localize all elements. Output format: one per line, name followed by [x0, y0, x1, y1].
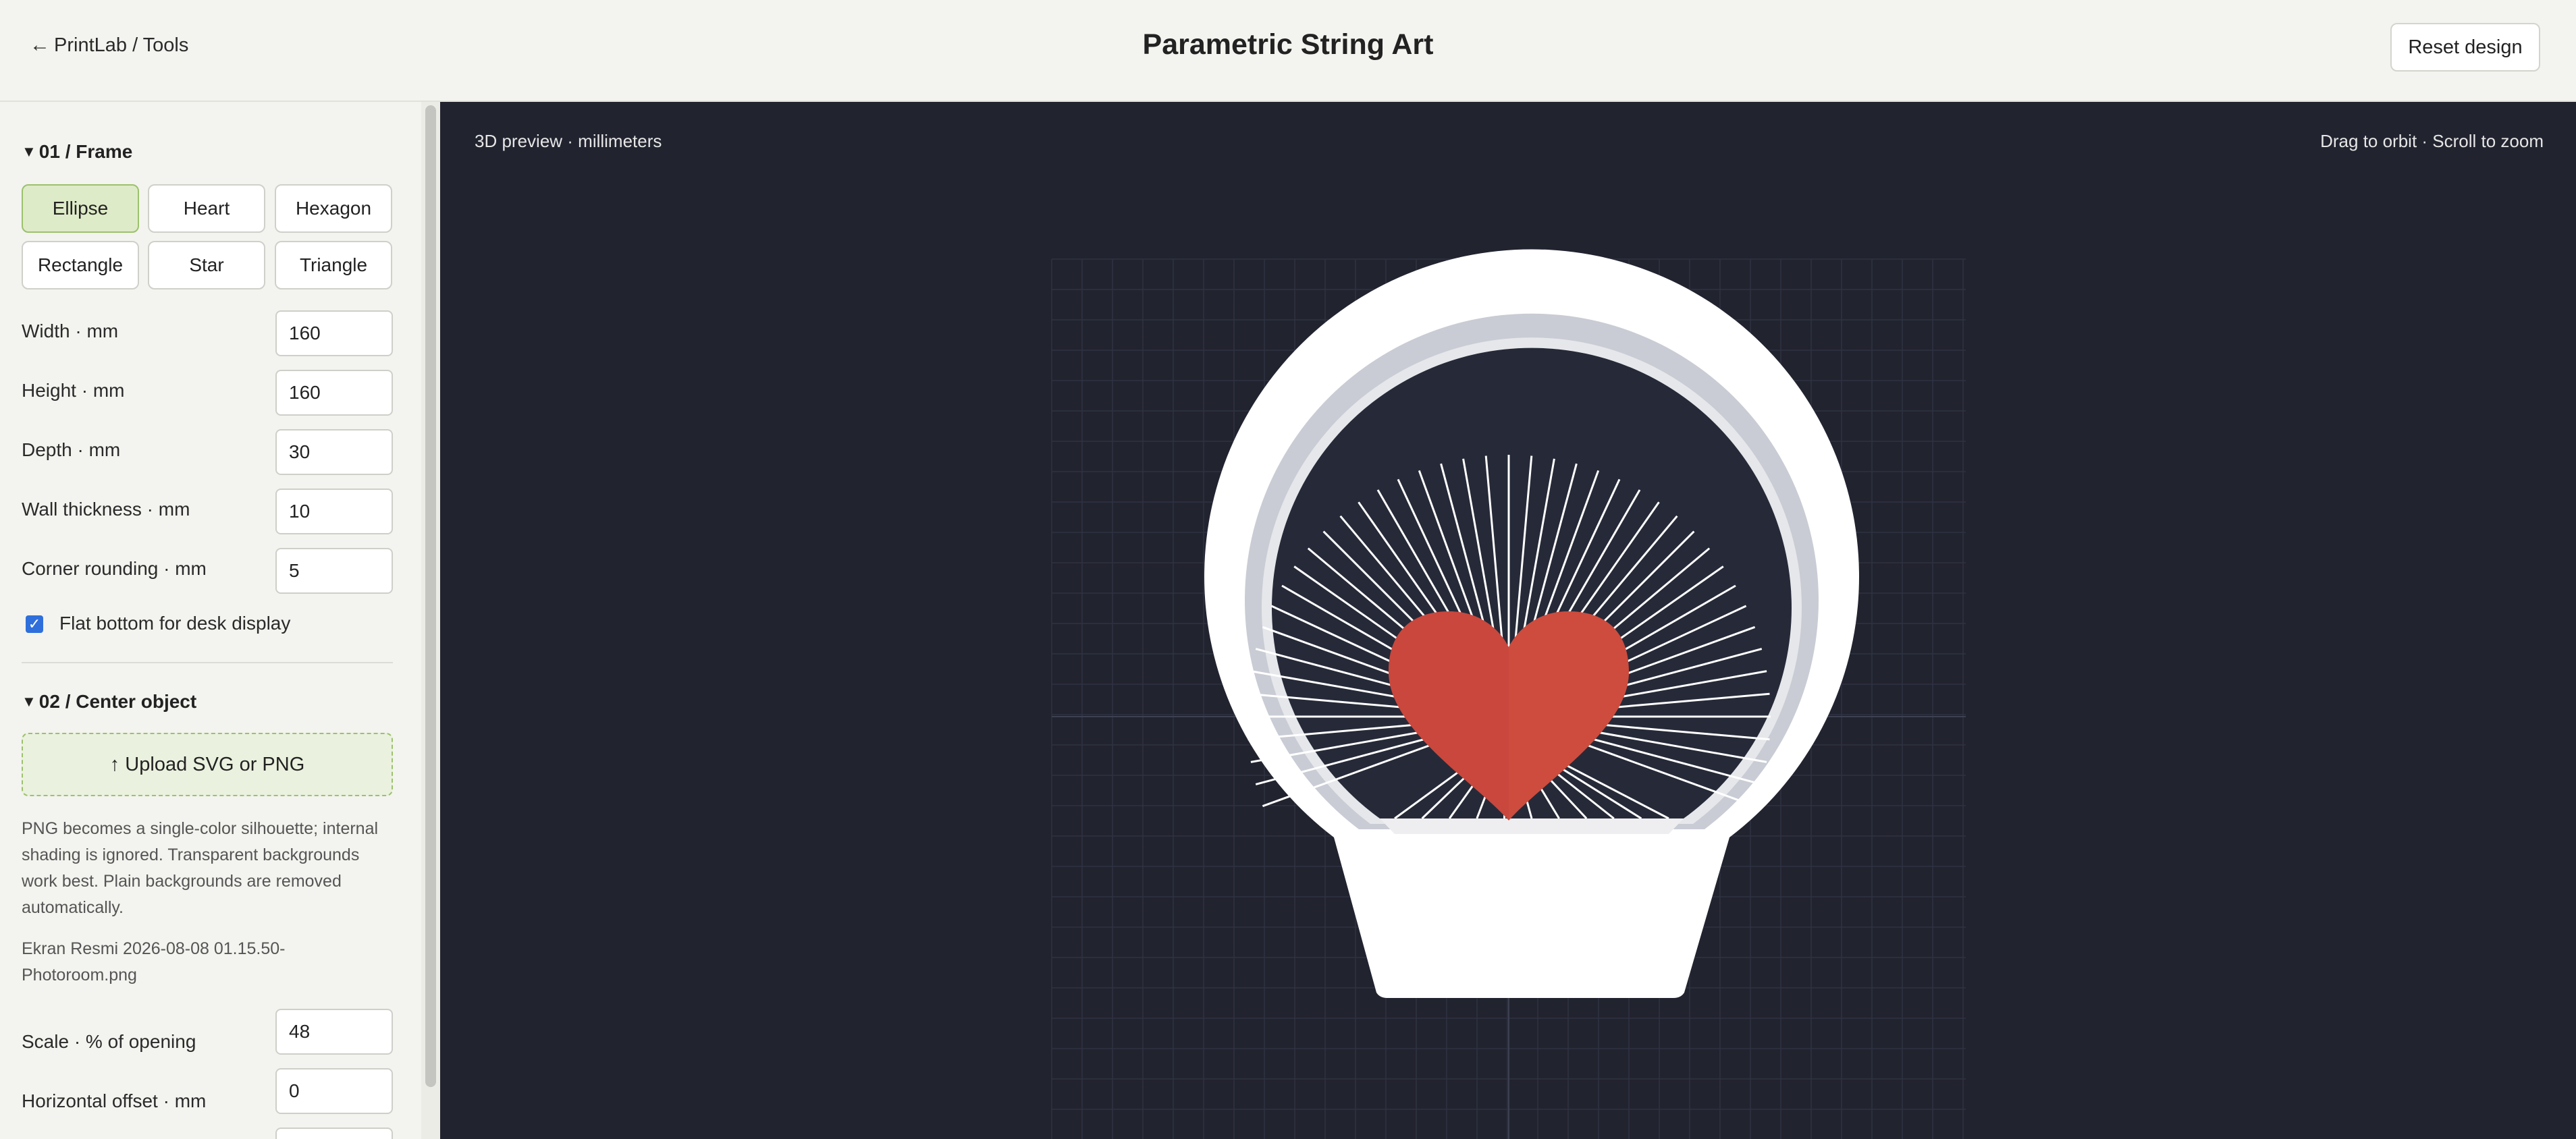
3d-preview-viewport[interactable]: 3D preview · millimeters Drag to orbit ·… — [440, 102, 2576, 1139]
corner-rounding-input[interactable] — [275, 548, 393, 594]
flat-bottom-label: Flat bottom for desk display — [59, 613, 291, 634]
sidebar-scrollbar-thumb[interactable] — [425, 105, 436, 1087]
settings-sidebar: ▼ 01 / Frame Ellipse Heart Hexagon Rectan… — [0, 102, 440, 1139]
string-art-preview[interactable] — [440, 102, 2576, 1139]
depth-label: Depth · mm — [22, 439, 121, 460]
top-bar: ← PrintLab / Tools Parametric String Art … — [0, 0, 2576, 102]
page-title: Parametric String Art — [1142, 28, 1434, 61]
horizontal-offset-input[interactable] — [275, 1068, 393, 1114]
wall-thickness-input[interactable] — [275, 489, 393, 534]
width-label: Width · mm — [22, 321, 119, 341]
wall-thickness-label: Wall thickness · mm — [22, 499, 190, 520]
shape-star-button[interactable]: Star — [148, 241, 265, 289]
caret-down-icon: ▼ — [22, 693, 36, 710]
frame-section-title: 01 / Frame — [38, 141, 133, 162]
depth-input[interactable] — [275, 429, 393, 475]
height-input[interactable] — [275, 370, 393, 416]
checkmark-icon: ✓ — [28, 615, 41, 632]
frame-bottom-lip — [1380, 818, 1684, 834]
uploaded-file-name: Ekran Resmi 2026-08-08 01.15.50-Photoroo… — [22, 939, 286, 984]
shape-ellipse-button[interactable]: Ellipse — [22, 184, 139, 233]
reset-design-button[interactable]: Reset design — [2390, 23, 2540, 72]
shape-triangle-button[interactable]: Triangle — [275, 241, 392, 289]
shape-rectangle-button[interactable]: Rectangle — [22, 241, 139, 289]
upload-help-text: PNG becomes a single-color silhouette; i… — [22, 819, 379, 917]
horizontal-offset-label: Horizontal offset · mm — [22, 1090, 207, 1111]
flat-bottom-checkbox[interactable]: ✓ — [26, 615, 43, 633]
shape-heart-button[interactable]: Heart — [148, 184, 265, 233]
center-object-section-toggle[interactable]: ▼ 02 / Center object — [22, 691, 196, 713]
vertical-offset-input[interactable] — [275, 1128, 393, 1139]
frame-section-toggle[interactable]: ▼ 01 / Frame — [22, 141, 132, 163]
scale-label: Scale · % of opening — [22, 1031, 196, 1052]
corner-rounding-label: Corner rounding · mm — [22, 558, 207, 579]
height-label: Height · mm — [22, 380, 125, 401]
scale-input[interactable] — [275, 1009, 393, 1055]
shape-hexagon-button[interactable]: Hexagon — [275, 184, 392, 233]
caret-down-icon: ▼ — [22, 143, 36, 160]
section-divider — [22, 662, 393, 663]
width-input[interactable] — [275, 310, 393, 356]
upload-svg-png-button[interactable]: ↑ Upload SVG or PNG — [22, 733, 393, 796]
center-object-section-title: 02 / Center object — [38, 691, 197, 712]
